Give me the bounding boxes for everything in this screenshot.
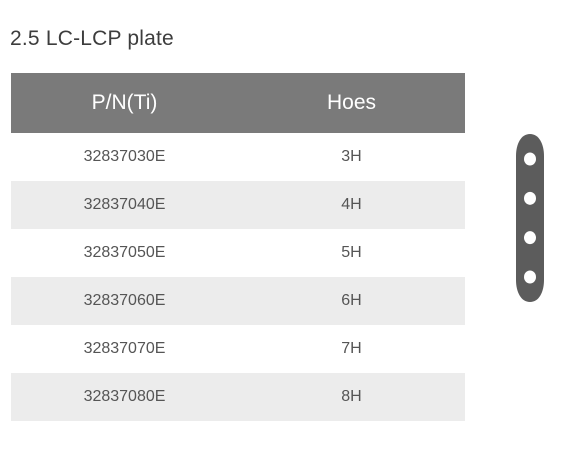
plate-hole [524,270,536,284]
part-number-cell: 32837030E [11,133,238,181]
column-header-part-number: P/N(Ti) [11,73,238,133]
part-number-cell: 32837070E [11,325,238,373]
parts-table: P/N(Ti) Hoes 32837030E 3H 32837040E 4H 3… [11,73,465,421]
table-header-row: P/N(Ti) Hoes [11,73,465,133]
column-header-holes: Hoes [238,73,465,133]
plate-hole [524,191,536,205]
page-title: 2.5 LC-LCP plate [10,27,174,50]
holes-cell: 5H [238,229,465,277]
part-number-cell: 32837050E [11,229,238,277]
table-row: 32837060E 6H [11,277,465,325]
holes-cell: 4H [238,181,465,229]
bone-plate-icon [516,134,544,302]
table-row: 32837080E 8H [11,373,465,421]
table-row: 32837030E 3H [11,133,465,181]
plate-hole [524,152,536,166]
holes-cell: 6H [238,277,465,325]
part-number-cell: 32837060E [11,277,238,325]
part-number-cell: 32837040E [11,181,238,229]
plate-hole [524,231,536,245]
holes-cell: 7H [238,325,465,373]
table-row: 32837070E 7H [11,325,465,373]
holes-cell: 3H [238,133,465,181]
table-row: 32837040E 4H [11,181,465,229]
table-row: 32837050E 5H [11,229,465,277]
part-number-cell: 32837080E [11,373,238,421]
holes-cell: 8H [238,373,465,421]
